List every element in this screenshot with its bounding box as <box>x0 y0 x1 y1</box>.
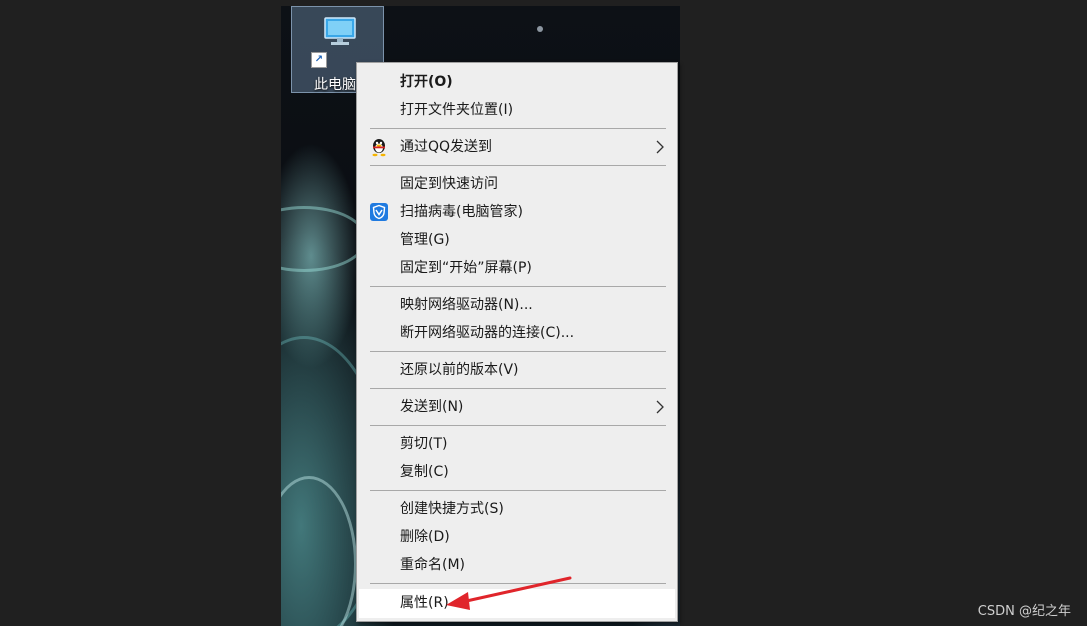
menu-item-delete[interactable]: 删除(D) <box>359 524 675 550</box>
wallpaper-star <box>537 26 543 32</box>
menu-separator <box>370 351 666 352</box>
menu-item-label: 固定到“开始”屏幕(P) <box>400 260 532 276</box>
menu-item-label: 删除(D) <box>400 529 450 545</box>
shortcut-arrow-icon: ↗ <box>311 52 327 68</box>
menu-item-label: 打开文件夹位置(I) <box>400 102 514 118</box>
menu-item-create-shortcut[interactable]: 创建快捷方式(S) <box>359 496 675 522</box>
menu-item-label: 断开网络驱动器的连接(C)... <box>400 325 575 341</box>
menu-separator <box>370 286 666 287</box>
menu-separator <box>370 425 666 426</box>
watermark: CSDN @纪之年 <box>977 604 1071 619</box>
menu-item-label: 固定到快速访问 <box>400 176 498 192</box>
menu-item-open[interactable]: 打开(O) <box>359 69 675 95</box>
menu-item-label: 剪切(T) <box>400 436 448 452</box>
menu-item-copy[interactable]: 复制(C) <box>359 459 675 485</box>
menu-item-pin-start[interactable]: 固定到“开始”屏幕(P) <box>359 255 675 281</box>
menu-separator <box>370 490 666 491</box>
menu-item-map-drive[interactable]: 映射网络驱动器(N)... <box>359 292 675 318</box>
shield-icon <box>370 203 388 221</box>
menu-separator <box>370 128 666 129</box>
menu-item-label: 通过QQ发送到 <box>400 139 493 155</box>
menu-item-pin-quick-access[interactable]: 固定到快速访问 <box>359 171 675 197</box>
menu-item-label: 复制(C) <box>400 464 449 480</box>
menu-item-label: 映射网络驱动器(N)... <box>400 297 533 313</box>
menu-item-restore-versions[interactable]: 还原以前的版本(V) <box>359 357 675 383</box>
menu-separator <box>370 165 666 166</box>
qq-penguin-icon <box>372 139 386 157</box>
context-menu: 打开(O) 打开文件夹位置(I) 通过QQ发送到 固定到快速访问 扫描病毒(电脑… <box>356 62 678 622</box>
annotation-arrow-icon <box>446 576 572 610</box>
menu-item-label: 还原以前的版本(V) <box>400 362 519 378</box>
menu-item-label: 管理(G) <box>400 232 450 248</box>
menu-item-send-via-qq[interactable]: 通过QQ发送到 <box>359 134 675 160</box>
menu-item-scan-virus[interactable]: 扫描病毒(电脑管家) <box>359 199 675 225</box>
wallpaper-streak <box>281 206 367 272</box>
menu-item-label: 发送到(N) <box>400 399 464 415</box>
chevron-right-icon <box>656 140 664 154</box>
menu-item-label: 扫描病毒(电脑管家) <box>400 204 523 220</box>
menu-item-open-location[interactable]: 打开文件夹位置(I) <box>359 97 675 123</box>
chevron-right-icon <box>656 400 664 414</box>
menu-item-disconnect-drive[interactable]: 断开网络驱动器的连接(C)... <box>359 320 675 346</box>
menu-item-cut[interactable]: 剪切(T) <box>359 431 675 457</box>
menu-item-label: 创建快捷方式(S) <box>400 501 504 517</box>
menu-item-manage[interactable]: 管理(G) <box>359 227 675 253</box>
menu-item-label: 打开(O) <box>400 74 453 90</box>
menu-item-send-to[interactable]: 发送到(N) <box>359 394 675 420</box>
this-pc-icon <box>324 17 356 45</box>
menu-separator <box>370 388 666 389</box>
